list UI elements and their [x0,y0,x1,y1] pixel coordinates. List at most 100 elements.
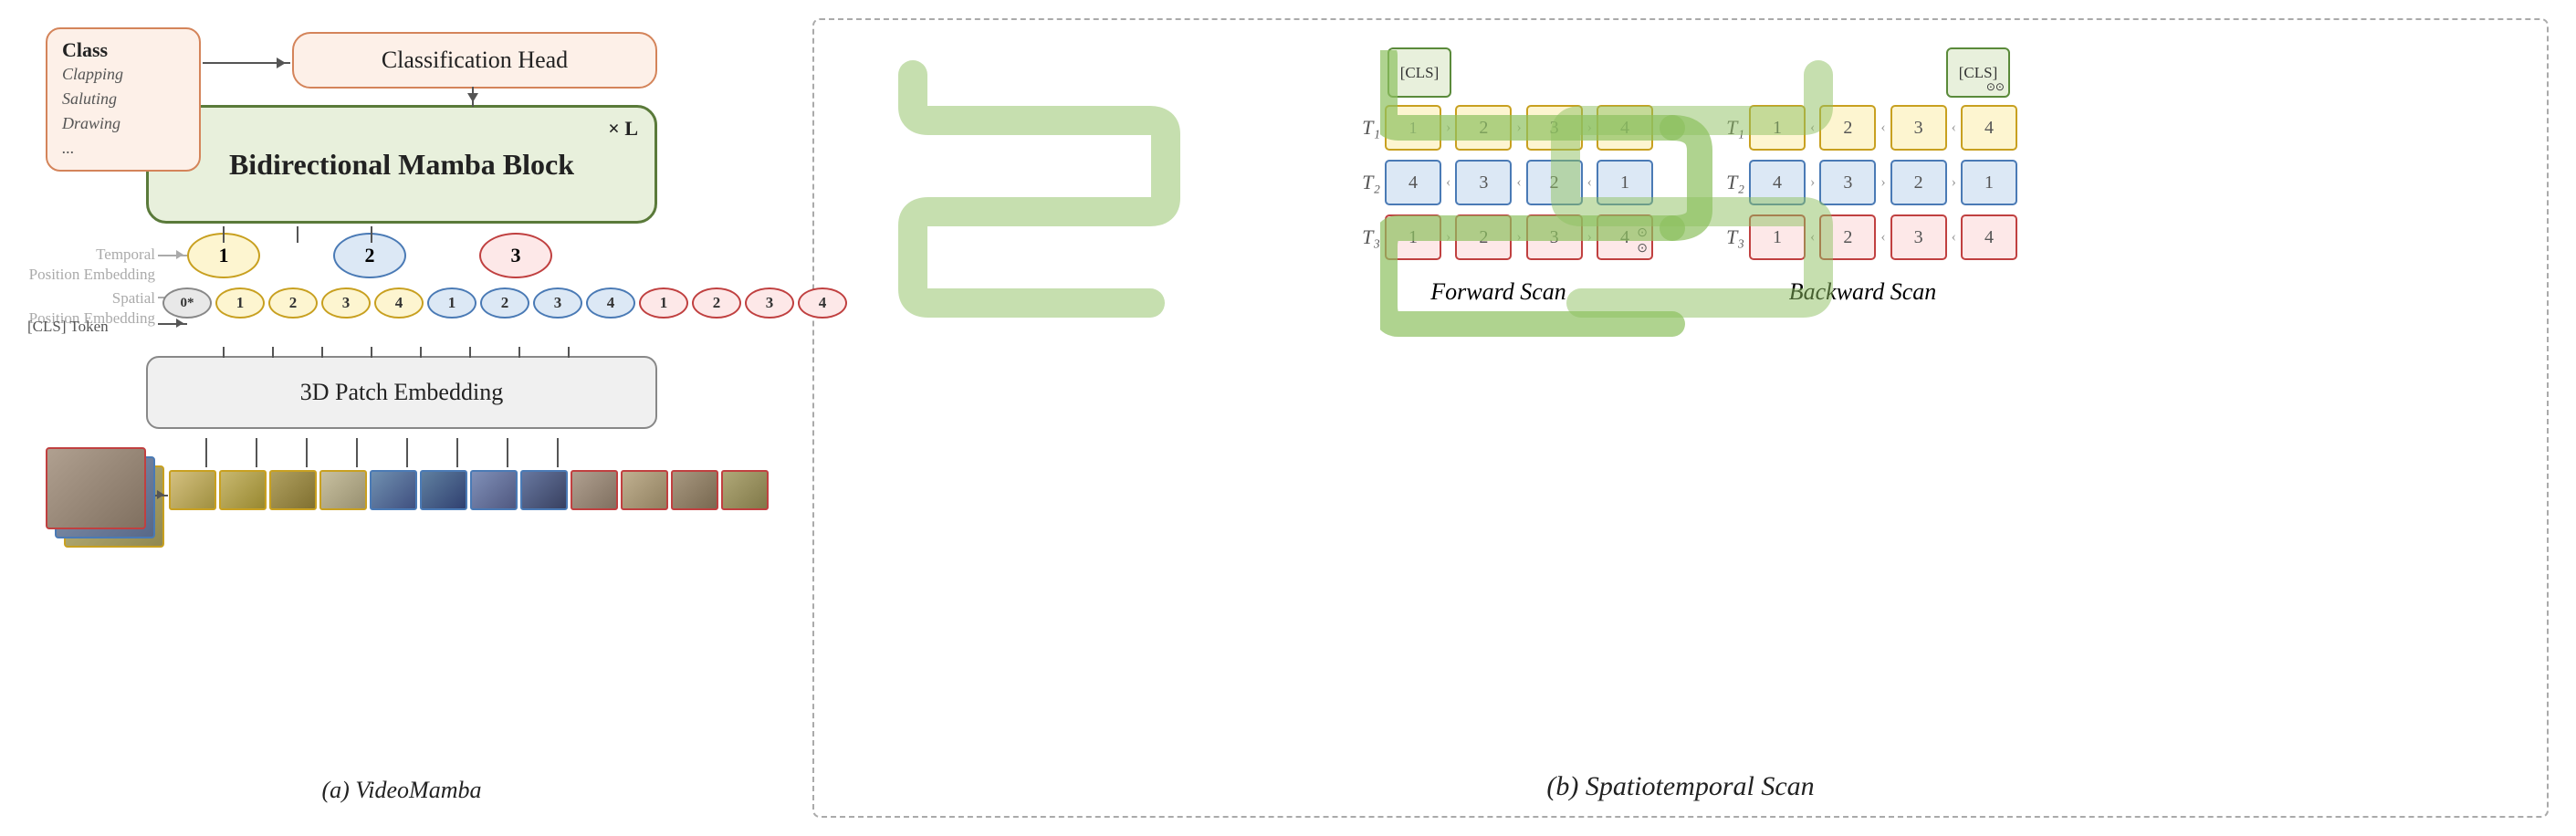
arrow-up-1 [205,438,207,467]
temporal-token-row: 1 2 3 [187,233,552,278]
cls-token-label: [CLS] Token [27,318,109,336]
s1-t2-2: 2 [480,287,529,319]
arrow-stack-to-thumbs [155,495,168,496]
forward-cls: [CLS] [1387,47,1451,98]
class-box: Class Clapping Saluting Drawing ... [46,27,201,172]
mamba-block: Bidirectional Mamba Block × L [146,105,657,224]
temporal-token-3: 3 [479,233,552,278]
forward-t3-label: T₃ [1344,225,1380,249]
fwd-t2-p1: 1 [1597,160,1653,205]
forward-title: Forward Scan [1430,278,1566,306]
arrow-patch-to-tok-1 [223,347,225,358]
backward-cls-box: [CLS] ⊙⊙ [1946,47,2010,98]
thumb-r4 [721,470,769,510]
fwd-t3-p3: 3 [1526,214,1583,260]
forward-row-t3: T₃ 1 › 2 › 3 › 4 ⊙⊙ [1344,214,1653,260]
forward-grid-wrapper: T₁ 1 › 2 › 3 › 4 T₂ 4 [1344,105,1653,260]
s1-t2-3: 3 [533,287,582,319]
backward-t3-label: T₃ [1708,225,1744,249]
fwd-t1-p4: 4 [1597,105,1653,151]
cls-token: 0* [162,287,212,319]
bwd-t1-p3: 3 [1890,105,1947,151]
forward-t1-label: T₁ [1344,116,1380,140]
backward-t1-label: T₁ [1708,116,1744,140]
arrow-patch-to-tok-3 [321,347,323,358]
bwd-t2-p1: 1 [1961,160,2017,205]
arrow-up-4 [356,438,358,467]
forward-row-t1: T₁ 1 › 2 › 3 › 4 [1344,105,1653,151]
fwd-t2-p2: 2 [1526,160,1583,205]
right-diagram: [CLS] [812,18,2549,818]
thumb-b1 [370,470,417,510]
arrow-temporal-label [158,255,187,256]
s1-t1-1: 1 [215,287,265,319]
forward-t2-label: T₂ [1344,171,1380,194]
bwd-t3-p2: 2 [1819,214,1876,260]
s1-t3-1: 1 [639,287,688,319]
thumb-b2 [420,470,467,510]
bwd-t3-p3: 3 [1890,214,1947,260]
arrow-patch-to-tok-6 [469,347,471,358]
bwd-t1-p1: 1 [1749,105,1806,151]
backward-title: Backward Scan [1789,278,1937,306]
backward-row-t3: T₃ 1 ‹ 2 ‹ 3 ‹ 4 [1708,214,2017,260]
arrow-up-5 [406,438,408,467]
left-caption: (a) VideoMamba [322,777,482,804]
eyes-fwd: ⊙⊙ [1637,225,1648,256]
forward-row-t2: T₂ 4 ‹ 3 ‹ 2 ‹ 1 [1344,160,1653,205]
thumb-b4 [520,470,568,510]
backward-t2-label: T₂ [1708,171,1744,194]
temporal-pos-label: Temporal Position Embedding [27,245,155,285]
s1-t3-4: 4 [798,287,847,319]
arrow-patch-to-tok-8 [568,347,570,358]
backward-row-t1: T₁ 1 ‹ 2 ‹ 3 ‹ 4 [1708,105,2017,151]
scan-container: [CLS] [842,38,2519,761]
s1-t2-4: 4 [586,287,635,319]
arrow-patch-to-tok-7 [518,347,520,358]
class-items: Clapping Saluting Drawing ... [62,62,184,161]
s1-t1-4: 4 [374,287,424,319]
fwd-t2-p3: 3 [1455,160,1512,205]
thumb-b3 [470,470,518,510]
forward-scan: [CLS] [1344,47,1653,761]
bwd-t3-p1: 1 [1749,214,1806,260]
times-l-label: × L [608,117,638,141]
arrow-up-8 [557,438,559,467]
s1-t1-3: 3 [321,287,371,319]
thumb-r1 [571,470,618,510]
fwd-t2-p4: 4 [1385,160,1441,205]
arrow-up-2 [256,438,257,467]
thumb-y3 [269,470,317,510]
arrow-t2-up [297,226,298,243]
stack-img-front [46,447,146,529]
bwd-t2-p3: 3 [1819,160,1876,205]
patch-embed-box: 3D Patch Embedding [146,356,657,429]
s1-t3-3: 3 [745,287,794,319]
thumb-y1 [169,470,216,510]
fwd-t1-p2: 2 [1455,105,1512,151]
backward-rows: T₁ 1 ‹ 2 ‹ 3 ‹ 4 T₂ 4 › 3 [1708,105,2017,260]
arrow-t3-up [371,226,372,243]
class-title: Class [62,38,184,62]
bwd-t3-p4: 4 [1961,214,2017,260]
fwd-t1-p3: 3 [1526,105,1583,151]
fwd-t3-p1: 1 [1385,214,1441,260]
forward-rows: T₁ 1 › 2 › 3 › 4 T₂ 4 [1344,105,1653,260]
forward-cls-box: [CLS] [1387,47,1451,98]
arrow-t1-up [223,226,225,243]
right-caption: (b) Spatiotemporal Scan [1546,771,1814,802]
thumb-y4 [319,470,367,510]
backward-row-t2: T₂ 4 › 3 › 2 › 1 [1708,160,2017,205]
thumb-r3 [671,470,718,510]
temporal-token-2: 2 [333,233,406,278]
arrow-up-3 [306,438,308,467]
arrow-cls-label [158,323,187,325]
thumb-r2 [621,470,668,510]
bwd-t2-p4: 4 [1749,160,1806,205]
arrow-class-to-clf [203,62,290,64]
s1-t2-1: 1 [427,287,476,319]
left-diagram: Class Clapping Saluting Drawing ... Clas… [27,18,776,818]
fwd-t3-p4: 4 ⊙⊙ [1597,214,1653,260]
arrow-up-6 [456,438,458,467]
fwd-t3-p2: 2 [1455,214,1512,260]
